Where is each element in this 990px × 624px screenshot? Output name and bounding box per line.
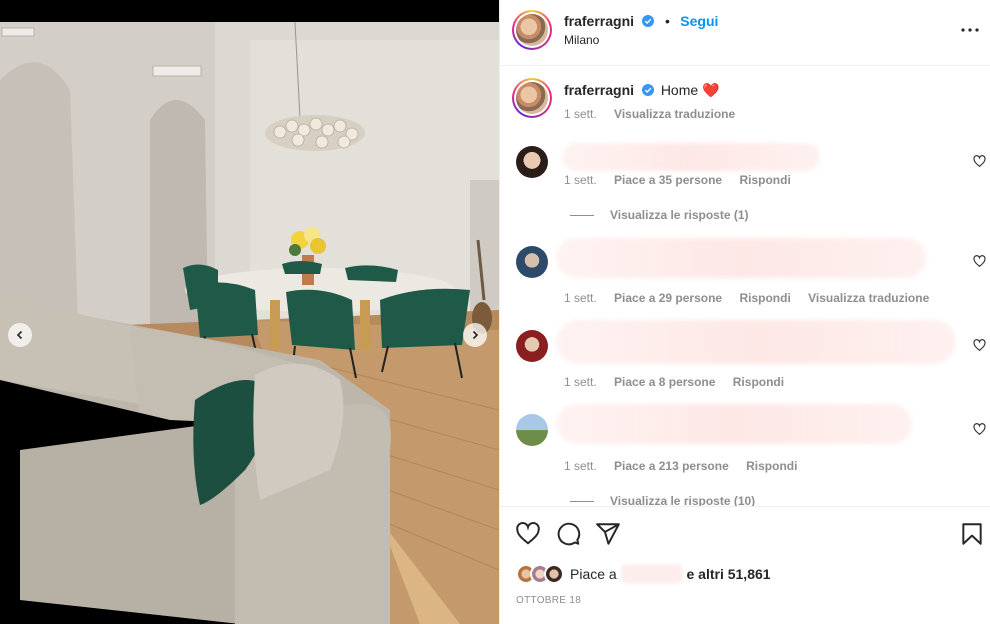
comment-4-meta: 1 sett. Piace a 213 persone Rispondi	[564, 459, 811, 473]
verified-badge-icon	[642, 15, 655, 27]
post-actions-footer: Piace a e altri 51,861 OTTOBRE 18	[500, 506, 990, 624]
likes-text: Piace a e altri 51,861	[570, 564, 771, 584]
verified-badge-icon	[641, 84, 654, 96]
next-image-button[interactable]	[463, 323, 487, 347]
comment-3-time: 1 sett.	[564, 375, 597, 389]
comment-4-time: 1 sett.	[564, 459, 597, 473]
follow-button[interactable]: Segui	[680, 13, 718, 29]
comment-2-blurred-text	[556, 238, 926, 278]
comment-1-view-replies[interactable]: Visualizza le risposte (1)	[570, 208, 749, 222]
comment-1-blurred-text	[562, 143, 820, 171]
comment-1-time: 1 sett.	[564, 173, 597, 187]
comment-2-likes[interactable]: Piace a 29 persone	[614, 291, 722, 305]
comment-1-reply[interactable]: Rispondi	[739, 173, 790, 187]
caption-username[interactable]: fraferragni	[564, 82, 634, 98]
comment-3-avatar[interactable]	[516, 330, 548, 362]
chevron-left-icon	[16, 330, 23, 340]
comment-3-blurred-text	[556, 320, 956, 364]
comment-2-avatar[interactable]	[516, 246, 548, 278]
caption-avatar[interactable]	[512, 78, 552, 118]
separator-dot: •	[664, 13, 670, 29]
comment-1-avatar[interactable]	[516, 146, 548, 178]
likes-blurred-user	[620, 564, 683, 584]
comment-icon[interactable]	[555, 521, 581, 547]
comment-4-reply[interactable]: Rispondi	[746, 459, 797, 473]
heart-icon[interactable]	[515, 521, 541, 547]
likes-summary[interactable]: Piace a e altri 51,861	[516, 563, 771, 585]
comment-2-translate[interactable]: Visualizza traduzione	[808, 291, 929, 305]
caption-emoji: ❤️	[702, 82, 720, 98]
comment-2-like-icon[interactable]	[973, 255, 986, 268]
liker-avatar-3	[544, 564, 564, 584]
comment-2-reply[interactable]: Rispondi	[739, 291, 790, 305]
likes-count[interactable]: e altri 51,861	[686, 566, 770, 582]
post-caption: fraferragni Home ❤️	[564, 82, 720, 99]
comment-4-avatar[interactable]	[516, 414, 548, 446]
previous-image-button[interactable]	[8, 323, 32, 347]
likes-prefix: Piace a	[570, 566, 617, 582]
post-location[interactable]: Milano	[564, 33, 599, 47]
share-icon[interactable]	[595, 521, 621, 547]
caption-meta: 1 sett. Visualizza traduzione	[564, 107, 749, 121]
comment-1-like-icon[interactable]	[973, 155, 986, 168]
post-header: fraferragni • Segui Milano	[500, 0, 990, 66]
post-date: OTTOBRE 18	[516, 595, 582, 606]
dining-room-image	[0, 0, 499, 624]
more-options-icon[interactable]	[960, 20, 980, 40]
header-user-line: fraferragni • Segui	[564, 13, 718, 31]
caption-text: Home	[660, 82, 699, 98]
comment-4-blurred-text	[556, 404, 912, 444]
chevron-right-icon	[472, 330, 479, 340]
comment-4-likes[interactable]: Piace a 213 persone	[614, 459, 729, 473]
comment-3-meta: 1 sett. Piace a 8 persone Rispondi	[564, 375, 798, 389]
comment-1-likes[interactable]: Piace a 35 persone	[614, 173, 722, 187]
comment-1-meta: 1 sett. Piace a 35 persone Rispondi	[564, 173, 805, 187]
author-avatar[interactable]	[512, 10, 552, 50]
comment-3-like-icon[interactable]	[973, 339, 986, 352]
caption-translate-link[interactable]: Visualizza traduzione	[614, 107, 735, 121]
post-detail-panel: fraferragni • Segui Milano fraferragni H…	[499, 0, 990, 624]
comment-2-time: 1 sett.	[564, 291, 597, 305]
comment-4-like-icon[interactable]	[973, 423, 986, 436]
caption-time: 1 sett.	[564, 107, 597, 121]
comment-3-likes[interactable]: Piace a 8 persone	[614, 375, 715, 389]
comment-3-reply[interactable]: Rispondi	[733, 375, 784, 389]
author-username[interactable]: fraferragni	[564, 13, 634, 29]
comment-2-meta: 1 sett. Piace a 29 persone Rispondi Visu…	[564, 291, 943, 305]
bookmark-icon[interactable]	[959, 521, 985, 547]
post-photo[interactable]	[0, 0, 499, 624]
